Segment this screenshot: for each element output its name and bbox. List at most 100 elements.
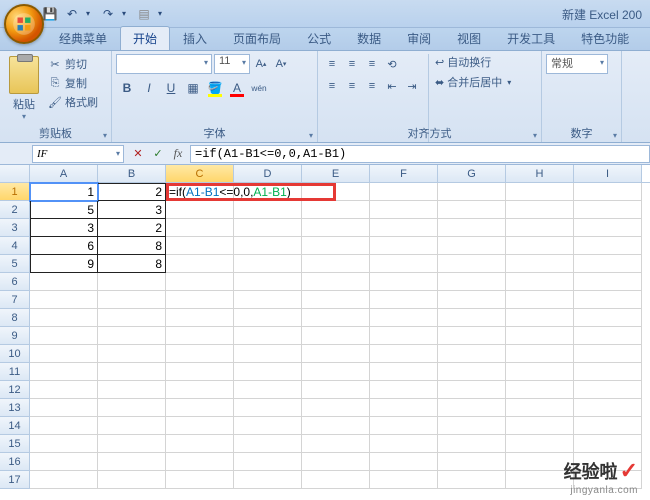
cell[interactable] <box>370 183 438 201</box>
cell[interactable] <box>234 309 302 327</box>
cell[interactable] <box>302 255 370 273</box>
cell[interactable] <box>166 327 234 345</box>
cell[interactable] <box>302 435 370 453</box>
name-box[interactable]: IF <box>32 145 124 163</box>
col-header-h[interactable]: H <box>506 165 574 182</box>
col-header-d[interactable]: D <box>234 165 302 182</box>
cell[interactable]: 3 <box>98 201 166 219</box>
row-header[interactable]: 7 <box>0 291 30 309</box>
select-all-button[interactable] <box>0 165 30 182</box>
cell[interactable] <box>438 363 506 381</box>
cell[interactable] <box>302 417 370 435</box>
cell[interactable] <box>574 219 642 237</box>
fill-color-button[interactable]: 🪣 <box>204 77 226 99</box>
cell[interactable]: 2 <box>98 219 166 237</box>
cell[interactable] <box>302 237 370 255</box>
cell[interactable] <box>30 435 98 453</box>
col-header-b[interactable]: B <box>98 165 166 182</box>
col-header-g[interactable]: G <box>438 165 506 182</box>
print-icon[interactable]: ▤ <box>136 6 152 22</box>
row-header[interactable]: 1 <box>0 183 30 201</box>
enter-button[interactable]: ✓ <box>148 145 168 163</box>
cell[interactable] <box>506 201 574 219</box>
cell[interactable] <box>506 309 574 327</box>
cell[interactable] <box>574 435 642 453</box>
cell[interactable] <box>234 417 302 435</box>
cell[interactable] <box>302 291 370 309</box>
cell[interactable] <box>234 471 302 489</box>
cell[interactable] <box>506 363 574 381</box>
row-header[interactable]: 12 <box>0 381 30 399</box>
cell[interactable] <box>370 345 438 363</box>
align-middle-icon[interactable]: ≡ <box>342 54 362 74</box>
cell[interactable] <box>438 435 506 453</box>
cell[interactable] <box>506 345 574 363</box>
row-header[interactable]: 16 <box>0 453 30 471</box>
cell[interactable] <box>370 273 438 291</box>
cell[interactable] <box>30 327 98 345</box>
decrease-font-icon[interactable]: A▾ <box>272 54 290 74</box>
cell[interactable] <box>506 417 574 435</box>
cell[interactable]: 5 <box>30 201 98 219</box>
row-header[interactable]: 2 <box>0 201 30 219</box>
cell[interactable] <box>30 417 98 435</box>
tab-page-layout[interactable]: 页面布局 <box>220 26 294 50</box>
align-right-icon[interactable]: ≡ <box>362 76 382 96</box>
cell[interactable] <box>574 381 642 399</box>
cell[interactable] <box>98 453 166 471</box>
cell[interactable] <box>438 201 506 219</box>
cell[interactable] <box>166 201 234 219</box>
cell[interactable] <box>574 363 642 381</box>
cell[interactable] <box>166 255 234 273</box>
row-header[interactable]: 13 <box>0 399 30 417</box>
orientation-icon[interactable]: ⟲ <box>382 54 402 74</box>
undo-dropdown-icon[interactable]: ▾ <box>86 9 94 18</box>
cell[interactable] <box>234 219 302 237</box>
row-header[interactable]: 8 <box>0 309 30 327</box>
cell[interactable] <box>30 273 98 291</box>
cell[interactable] <box>574 237 642 255</box>
cell[interactable] <box>574 255 642 273</box>
cell[interactable] <box>166 273 234 291</box>
cell[interactable] <box>234 399 302 417</box>
worksheet-grid[interactable]: A B C D E F G H I 112=if(A1-B1<=0,0,A1-B… <box>0 165 650 489</box>
cell[interactable] <box>234 255 302 273</box>
cell[interactable] <box>506 291 574 309</box>
cell[interactable]: 3 <box>30 219 98 237</box>
cell[interactable] <box>302 183 370 201</box>
row-header[interactable]: 15 <box>0 435 30 453</box>
format-painter-button[interactable]: 🖌格式刷 <box>48 94 98 110</box>
cell[interactable] <box>234 237 302 255</box>
cell[interactable] <box>370 363 438 381</box>
cell[interactable] <box>98 309 166 327</box>
cancel-button[interactable]: ✕ <box>128 145 148 163</box>
cell[interactable] <box>370 417 438 435</box>
cell[interactable] <box>506 183 574 201</box>
cell[interactable] <box>98 327 166 345</box>
cell[interactable] <box>234 291 302 309</box>
cell[interactable] <box>438 255 506 273</box>
cell[interactable] <box>574 327 642 345</box>
cell[interactable] <box>506 327 574 345</box>
cell[interactable] <box>30 345 98 363</box>
cell[interactable] <box>506 237 574 255</box>
cell[interactable] <box>234 381 302 399</box>
cell[interactable] <box>166 345 234 363</box>
cell[interactable] <box>302 327 370 345</box>
cell[interactable] <box>302 381 370 399</box>
cell[interactable] <box>302 273 370 291</box>
cell[interactable] <box>166 237 234 255</box>
cell[interactable] <box>506 219 574 237</box>
cell[interactable] <box>98 345 166 363</box>
col-header-i[interactable]: I <box>574 165 642 182</box>
cell[interactable] <box>30 399 98 417</box>
align-left-icon[interactable]: ≡ <box>322 76 342 96</box>
cell[interactable]: 6 <box>30 237 98 255</box>
cell[interactable]: 1 <box>30 183 98 201</box>
cell[interactable] <box>574 273 642 291</box>
cell[interactable] <box>166 381 234 399</box>
phonetic-button[interactable]: wén <box>248 77 270 99</box>
cell[interactable] <box>302 201 370 219</box>
cell[interactable] <box>438 453 506 471</box>
italic-button[interactable]: I <box>138 77 160 99</box>
